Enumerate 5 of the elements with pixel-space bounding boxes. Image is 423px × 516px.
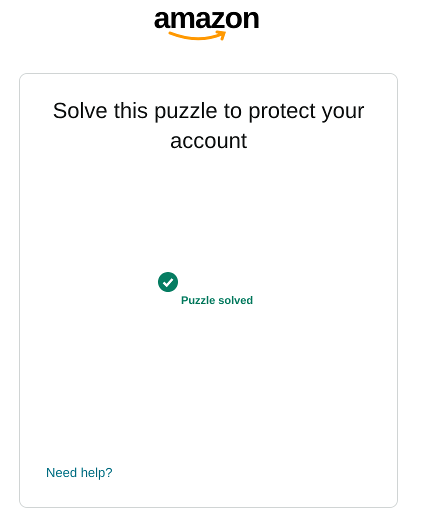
- checkmark-icon: [158, 272, 178, 292]
- logo-wordmark: amazon: [154, 4, 260, 34]
- help-link[interactable]: Need help?: [46, 462, 112, 482]
- status-message: Puzzle solved: [181, 294, 254, 308]
- card-title: Solve this puzzle to protect your account: [52, 97, 366, 155]
